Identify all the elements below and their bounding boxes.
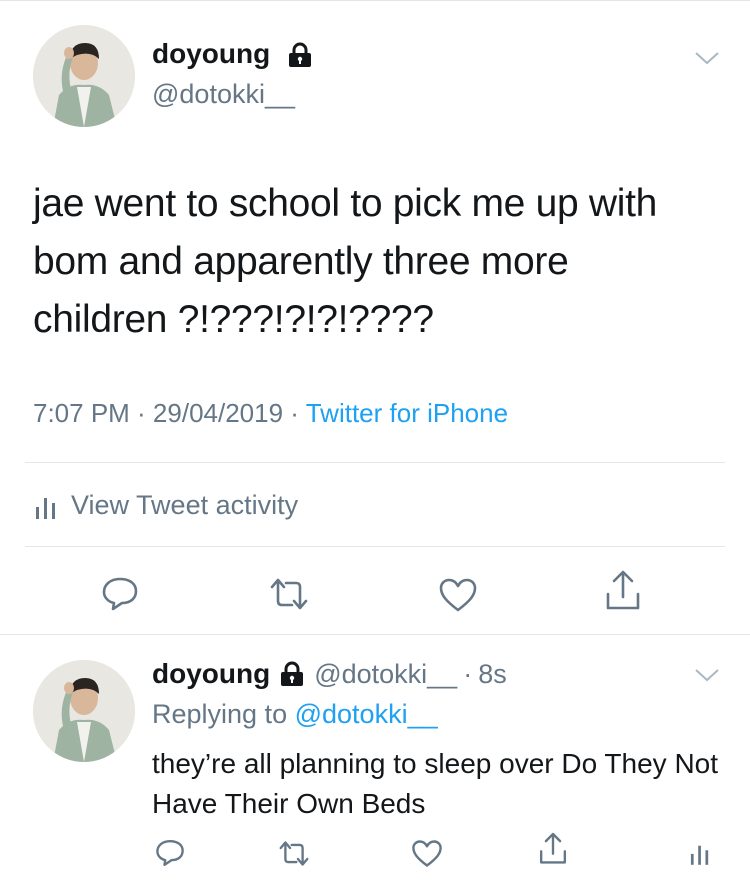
reply-display-name[interactable]: doyoung: [152, 658, 270, 690]
retweet-icon[interactable]: [276, 840, 312, 867]
replying-to-link[interactable]: @dotokki__: [295, 699, 438, 729]
tweet-source-link[interactable]: Twitter for iPhone: [306, 398, 508, 428]
section-divider: [0, 634, 750, 635]
replying-to: Replying to @dotokki__: [152, 699, 438, 730]
divider: [25, 462, 725, 463]
tweet-text: jae went to school to pick me up with bo…: [33, 182, 658, 341]
meta-separator: ·: [290, 398, 299, 428]
like-icon[interactable]: [438, 577, 478, 613]
reply-icon[interactable]: [101, 576, 139, 612]
reply-text: they’re all planning to sleep over Do Th…: [152, 748, 719, 819]
reply-header: doyoung @dotokki__ · 8s: [152, 658, 507, 690]
view-activity-label: View Tweet activity: [71, 490, 299, 520]
handle[interactable]: @dotokki__: [152, 79, 295, 110]
replying-to-prefix: Replying to: [152, 699, 288, 729]
retweet-icon[interactable]: [266, 577, 312, 611]
top-divider: [0, 0, 750, 1]
reply-icon[interactable]: [155, 838, 185, 868]
activity-icon: [35, 493, 57, 519]
tweet-timestamp[interactable]: 7:07 PM · 29/04/2019: [33, 398, 283, 428]
view-activity-link[interactable]: View Tweet activity: [35, 490, 298, 521]
reply-handle[interactable]: @dotokki__: [314, 659, 457, 690]
activity-icon[interactable]: [690, 840, 710, 866]
reply-avatar[interactable]: [33, 660, 135, 762]
lock-icon: [288, 42, 312, 68]
tweet-meta: 7:07 PM · 29/04/2019 · Twitter for iPhon…: [33, 398, 508, 429]
divider: [25, 546, 725, 547]
like-icon[interactable]: [411, 839, 443, 868]
display-name[interactable]: doyoung: [152, 38, 270, 70]
reply-timestamp[interactable]: 8s: [478, 659, 507, 690]
chevron-down-icon[interactable]: [694, 50, 720, 66]
share-icon[interactable]: [604, 570, 642, 612]
avatar[interactable]: [33, 25, 135, 127]
chevron-down-icon[interactable]: [694, 667, 720, 683]
lock-icon: [280, 661, 304, 687]
reply-time-separator: ·: [463, 658, 473, 689]
share-icon[interactable]: [538, 832, 568, 866]
